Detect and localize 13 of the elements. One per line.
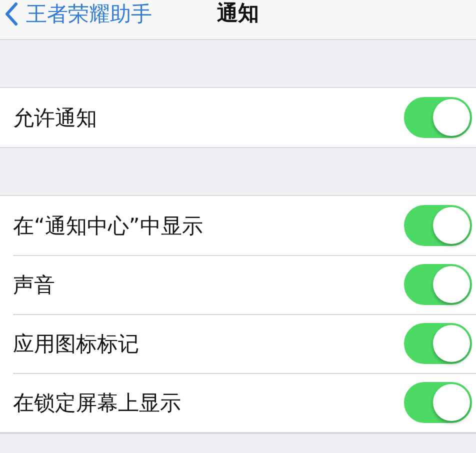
- setting-label: 在“通知中心”中显示: [13, 212, 203, 240]
- toggle-switch[interactable]: [404, 264, 472, 305]
- toggle-switch[interactable]: [404, 97, 472, 138]
- setting-label: 在锁定屏幕上显示: [13, 390, 181, 416]
- setting-label: 允许通知: [13, 104, 97, 132]
- setting-label: 应用图标标记: [13, 330, 139, 358]
- toggle-switch[interactable]: [404, 382, 472, 423]
- setting-label: 声音: [13, 272, 55, 298]
- screen-title: 通知: [217, 0, 259, 26]
- toggle-switch[interactable]: [404, 205, 472, 246]
- back-chevron-icon: [4, 2, 18, 26]
- toggle-switch[interactable]: [404, 323, 472, 364]
- back-button[interactable]: 王者荣耀助手: [4, 0, 152, 28]
